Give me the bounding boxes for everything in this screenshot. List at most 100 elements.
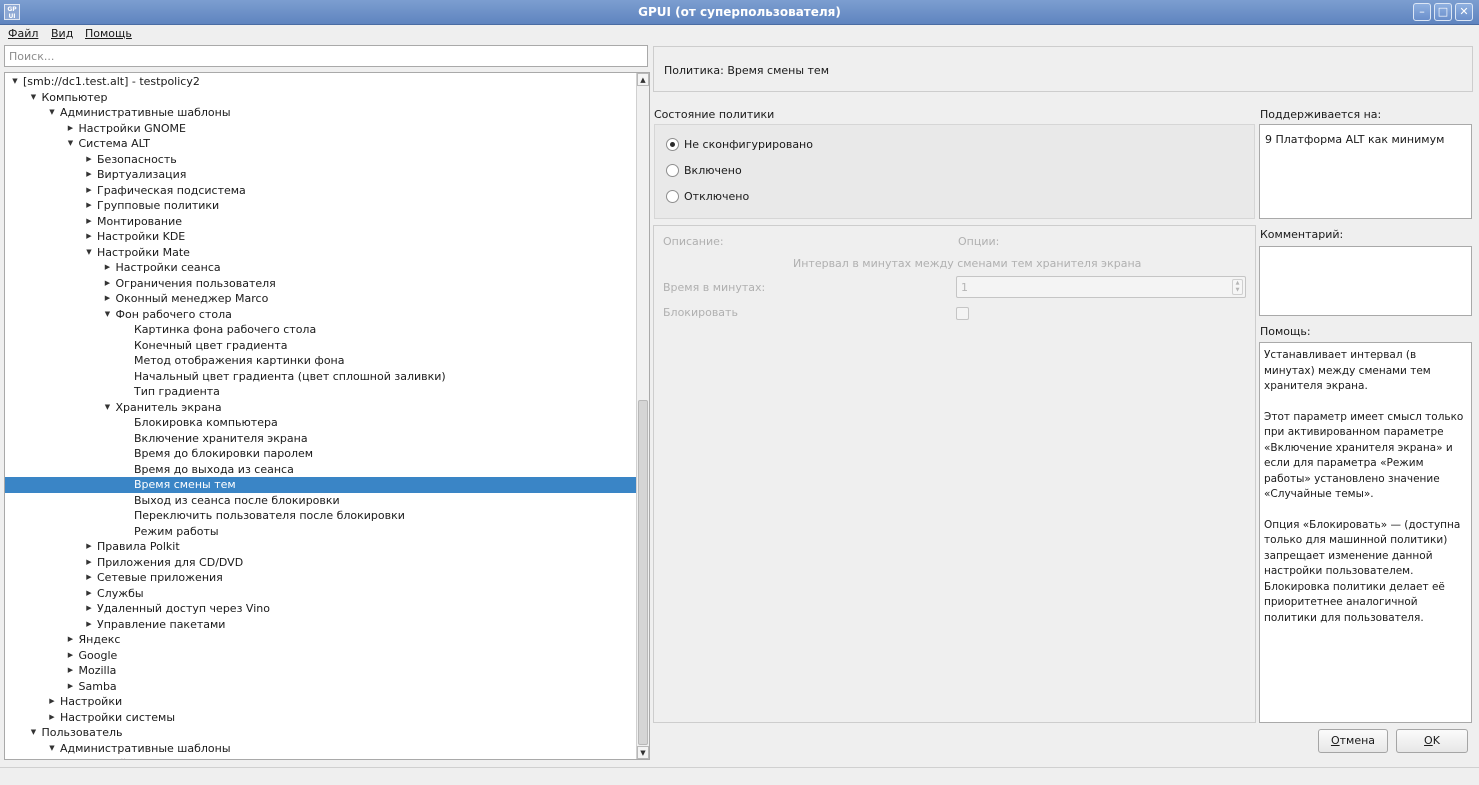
collapse-arrow-icon[interactable]: ▶ bbox=[84, 601, 94, 616]
tree-scrollbar[interactable]: ▲ ▼ bbox=[636, 73, 649, 759]
collapse-arrow-icon[interactable]: ▶ bbox=[84, 229, 94, 244]
tree-item[interactable]: ▼ Система ALT bbox=[5, 136, 637, 152]
collapse-arrow-icon[interactable]: ▶ bbox=[84, 152, 94, 167]
tree-item[interactable]: ▶ Групповые политики bbox=[5, 198, 637, 214]
tree-item[interactable]: Начальный цвет градиента (цвет сплошной … bbox=[5, 369, 637, 385]
tree-item[interactable]: ▶ Монтирование bbox=[5, 214, 637, 230]
tree-item[interactable]: ▶ Настройки системы bbox=[5, 710, 637, 726]
tree-item[interactable]: ▶ Сетевые приложения bbox=[5, 570, 637, 586]
collapse-arrow-icon[interactable]: ▶ bbox=[84, 570, 94, 585]
tree-item[interactable]: ▶ Графическая подсистема bbox=[5, 183, 637, 199]
collapse-arrow-icon[interactable]: ▶ bbox=[84, 214, 94, 229]
collapse-arrow-icon[interactable]: ▶ bbox=[66, 121, 76, 136]
ok-button[interactable]: OK bbox=[1396, 729, 1468, 753]
tree-item[interactable]: ▼ Административные шаблоны bbox=[5, 105, 637, 121]
minutes-value[interactable]: 1 bbox=[961, 281, 968, 294]
supported-box[interactable]: 9 Платформа ALT как минимум bbox=[1259, 124, 1472, 219]
tree-item[interactable]: ▶ Mozilla bbox=[5, 663, 637, 679]
maximize-button[interactable]: □ bbox=[1434, 3, 1452, 21]
tree-item[interactable]: Выход из сеанса после блокировки bbox=[5, 493, 637, 509]
tree-item[interactable]: Конечный цвет градиента bbox=[5, 338, 637, 354]
menu-help[interactable]: Помощь bbox=[85, 27, 132, 40]
tree-item[interactable]: Включение хранителя экрана bbox=[5, 431, 637, 447]
lock-checkbox[interactable] bbox=[956, 307, 969, 320]
collapse-arrow-icon[interactable]: ▶ bbox=[84, 167, 94, 182]
menu-view[interactable]: Вид bbox=[51, 27, 73, 40]
expand-arrow-icon[interactable]: ▼ bbox=[47, 105, 57, 120]
tree-item[interactable]: ▶ Безопасность bbox=[5, 152, 637, 168]
search-input[interactable] bbox=[4, 45, 648, 67]
collapse-arrow-icon[interactable]: ▶ bbox=[66, 632, 76, 647]
tree-item[interactable]: ▼ Фон рабочего стола bbox=[5, 307, 637, 323]
tree-item[interactable]: Переключить пользователя после блокировк… bbox=[5, 508, 637, 524]
radio-enabled-label[interactable]: Включено bbox=[684, 164, 742, 177]
scroll-up-icon[interactable]: ▲ bbox=[637, 73, 649, 86]
tree-item[interactable]: ▶ Настройки KDE bbox=[5, 229, 637, 245]
tree-item[interactable]: ▶ Приложения для CD/DVD bbox=[5, 555, 637, 571]
menu-file[interactable]: Файл bbox=[8, 27, 38, 40]
expand-arrow-icon[interactable]: ▼ bbox=[103, 400, 113, 415]
tree-item[interactable]: ▶ Google bbox=[5, 648, 637, 664]
scroll-thumb[interactable] bbox=[638, 400, 648, 745]
collapse-arrow-icon[interactable]: ▶ bbox=[66, 648, 76, 663]
minimize-button[interactable]: – bbox=[1413, 3, 1431, 21]
tree-item[interactable]: ▶ Управление пакетами bbox=[5, 617, 637, 633]
collapse-arrow-icon[interactable]: ▶ bbox=[103, 276, 113, 291]
tree-item[interactable]: ▼ Компьютер bbox=[5, 90, 637, 106]
tree-item[interactable]: ▶ Настройки bbox=[5, 694, 637, 710]
tree-item[interactable]: ▶ Виртуализация bbox=[5, 167, 637, 183]
tree-item[interactable]: ▼ Административные шаблоны bbox=[5, 741, 637, 757]
cancel-button[interactable]: Отмена bbox=[1318, 729, 1388, 753]
tree-item[interactable]: ▶ Настройки сеанса bbox=[5, 260, 637, 276]
tree-item[interactable]: ▶ Оконный менеджер Marco bbox=[5, 291, 637, 307]
tree-item[interactable]: ▼ [smb://dc1.test.alt] - testpolicy2 bbox=[5, 74, 637, 90]
minutes-spinbox[interactable]: 1 ▲ ▼ bbox=[956, 276, 1246, 298]
expand-arrow-icon[interactable]: ▼ bbox=[103, 307, 113, 322]
collapse-arrow-icon[interactable]: ▶ bbox=[103, 260, 113, 275]
collapse-arrow-icon[interactable]: ▶ bbox=[84, 539, 94, 554]
radio-disabled-indicator[interactable] bbox=[666, 190, 679, 203]
tree-item[interactable]: ▶ Правила Polkit bbox=[5, 539, 637, 555]
tree-item[interactable]: ▶ Яндекс bbox=[5, 632, 637, 648]
tree-item[interactable]: Картинка фона рабочего стола bbox=[5, 322, 637, 338]
radio-not-configured-indicator[interactable] bbox=[666, 138, 679, 151]
tree-item[interactable]: ▼ Настройки Mate bbox=[5, 245, 637, 261]
collapse-arrow-icon[interactable]: ▶ bbox=[66, 663, 76, 678]
expand-arrow-icon[interactable]: ▼ bbox=[10, 74, 20, 89]
tree-item[interactable]: Тип градиента bbox=[5, 384, 637, 400]
radio-disabled-label[interactable]: Отключено bbox=[684, 190, 749, 203]
tree-item[interactable]: ▼ Хранитель экрана bbox=[5, 400, 637, 416]
expand-arrow-icon[interactable]: ▼ bbox=[29, 725, 39, 740]
tree-item[interactable]: Режим работы bbox=[5, 524, 637, 540]
close-button[interactable]: ✕ bbox=[1455, 3, 1473, 21]
collapse-arrow-icon[interactable]: ▶ bbox=[84, 198, 94, 213]
tree-item[interactable]: Метод отображения картинки фона bbox=[5, 353, 637, 369]
tree-item[interactable]: Блокировка компьютера bbox=[5, 415, 637, 431]
collapse-arrow-icon[interactable]: ▶ bbox=[47, 694, 57, 709]
expand-arrow-icon[interactable]: ▼ bbox=[84, 245, 94, 260]
radio-not-configured-label[interactable]: Не сконфигурировано bbox=[684, 138, 813, 151]
expand-arrow-icon[interactable]: ▼ bbox=[47, 741, 57, 756]
collapse-arrow-icon[interactable]: ▶ bbox=[66, 756, 76, 759]
tree-item[interactable]: ▶ Ограничения пользователя bbox=[5, 276, 637, 292]
expand-arrow-icon[interactable]: ▼ bbox=[66, 136, 76, 151]
tree-item[interactable]: ▼ Пользователь bbox=[5, 725, 637, 741]
collapse-arrow-icon[interactable]: ▶ bbox=[103, 291, 113, 306]
scroll-down-icon[interactable]: ▼ bbox=[637, 746, 649, 759]
tree-item[interactable]: ▶ Samba bbox=[5, 679, 637, 695]
policy-tree[interactable]: ▼ [smb://dc1.test.alt] - testpolicy2 ▼ Комп… bbox=[4, 72, 650, 760]
tree-item[interactable]: ▶ Удаленный доступ через Vino bbox=[5, 601, 637, 617]
collapse-arrow-icon[interactable]: ▶ bbox=[47, 710, 57, 725]
comment-field[interactable] bbox=[1259, 246, 1472, 316]
collapse-arrow-icon[interactable]: ▶ bbox=[84, 617, 94, 632]
collapse-arrow-icon[interactable]: ▶ bbox=[84, 586, 94, 601]
tree-item[interactable]: Время до выхода из сеанса bbox=[5, 462, 637, 478]
tree-item[interactable]: Время смены тем bbox=[5, 477, 637, 493]
tree-item[interactable]: ▶Настройки GNOME bbox=[5, 756, 637, 759]
spin-arrows-icon[interactable]: ▲ ▼ bbox=[1232, 279, 1243, 295]
radio-enabled-indicator[interactable] bbox=[666, 164, 679, 177]
tree-item[interactable]: ▶Настройки GNOME bbox=[5, 121, 637, 137]
collapse-arrow-icon[interactable]: ▶ bbox=[66, 679, 76, 694]
expand-arrow-icon[interactable]: ▼ bbox=[29, 90, 39, 105]
help-text-box[interactable]: Устанавливает интервал (в минутах) между… bbox=[1259, 342, 1472, 723]
